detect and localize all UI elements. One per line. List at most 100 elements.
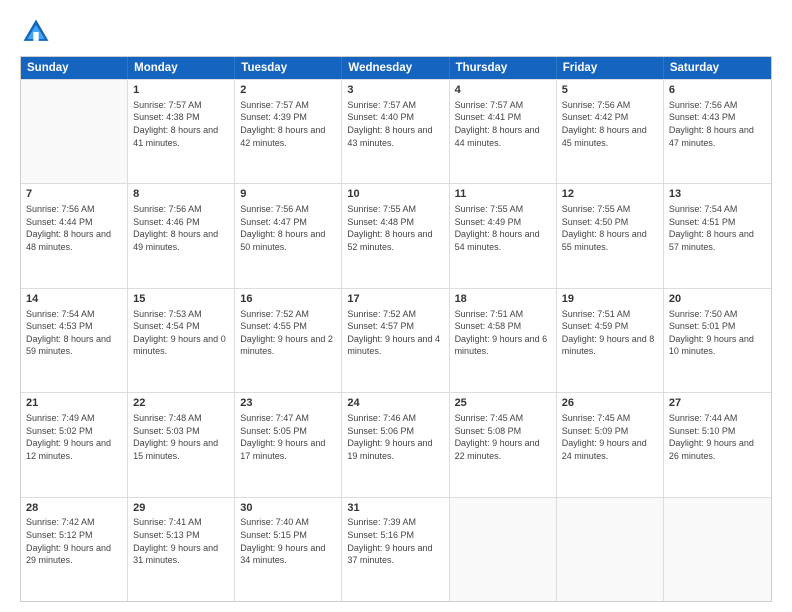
cell-details: Sunrise: 7:57 AM Sunset: 4:41 PM Dayligh… xyxy=(455,99,551,149)
cell-details: Sunrise: 7:49 AM Sunset: 5:02 PM Dayligh… xyxy=(26,412,122,462)
weekday-header-friday: Friday xyxy=(557,57,664,79)
day-number: 27 xyxy=(669,396,766,411)
day-number: 26 xyxy=(562,396,658,411)
calendar-row-0: 1Sunrise: 7:57 AM Sunset: 4:38 PM Daylig… xyxy=(21,79,771,183)
cell-details: Sunrise: 7:46 AM Sunset: 5:06 PM Dayligh… xyxy=(347,412,443,462)
cell-details: Sunrise: 7:55 AM Sunset: 4:50 PM Dayligh… xyxy=(562,203,658,253)
page: SundayMondayTuesdayWednesdayThursdayFrid… xyxy=(0,0,792,612)
weekday-header-sunday: Sunday xyxy=(21,57,128,79)
calendar-cell: 15Sunrise: 7:53 AM Sunset: 4:54 PM Dayli… xyxy=(128,289,235,392)
day-number: 21 xyxy=(26,396,122,411)
weekday-header-tuesday: Tuesday xyxy=(235,57,342,79)
cell-details: Sunrise: 7:41 AM Sunset: 5:13 PM Dayligh… xyxy=(133,516,229,566)
day-number: 31 xyxy=(347,501,443,516)
cell-details: Sunrise: 7:56 AM Sunset: 4:44 PM Dayligh… xyxy=(26,203,122,253)
day-number: 20 xyxy=(669,292,766,307)
calendar-cell: 28Sunrise: 7:42 AM Sunset: 5:12 PM Dayli… xyxy=(21,498,128,601)
cell-details: Sunrise: 7:39 AM Sunset: 5:16 PM Dayligh… xyxy=(347,516,443,566)
calendar-cell: 2Sunrise: 7:57 AM Sunset: 4:39 PM Daylig… xyxy=(235,80,342,183)
calendar-cell: 4Sunrise: 7:57 AM Sunset: 4:41 PM Daylig… xyxy=(450,80,557,183)
calendar-cell: 19Sunrise: 7:51 AM Sunset: 4:59 PM Dayli… xyxy=(557,289,664,392)
cell-details: Sunrise: 7:54 AM Sunset: 4:53 PM Dayligh… xyxy=(26,308,122,358)
calendar-row-2: 14Sunrise: 7:54 AM Sunset: 4:53 PM Dayli… xyxy=(21,288,771,392)
cell-details: Sunrise: 7:45 AM Sunset: 5:09 PM Dayligh… xyxy=(562,412,658,462)
day-number: 14 xyxy=(26,292,122,307)
calendar-cell xyxy=(664,498,771,601)
calendar-row-3: 21Sunrise: 7:49 AM Sunset: 5:02 PM Dayli… xyxy=(21,392,771,496)
calendar-cell: 30Sunrise: 7:40 AM Sunset: 5:15 PM Dayli… xyxy=(235,498,342,601)
day-number: 12 xyxy=(562,187,658,202)
day-number: 18 xyxy=(455,292,551,307)
calendar-cell: 7Sunrise: 7:56 AM Sunset: 4:44 PM Daylig… xyxy=(21,184,128,287)
logo-icon xyxy=(20,16,52,48)
day-number: 4 xyxy=(455,83,551,98)
weekday-header-wednesday: Wednesday xyxy=(342,57,449,79)
calendar-cell: 22Sunrise: 7:48 AM Sunset: 5:03 PM Dayli… xyxy=(128,393,235,496)
cell-details: Sunrise: 7:56 AM Sunset: 4:46 PM Dayligh… xyxy=(133,203,229,253)
cell-details: Sunrise: 7:52 AM Sunset: 4:55 PM Dayligh… xyxy=(240,308,336,358)
cell-details: Sunrise: 7:47 AM Sunset: 5:05 PM Dayligh… xyxy=(240,412,336,462)
day-number: 17 xyxy=(347,292,443,307)
day-number: 28 xyxy=(26,501,122,516)
logo xyxy=(20,16,56,48)
cell-details: Sunrise: 7:57 AM Sunset: 4:38 PM Dayligh… xyxy=(133,99,229,149)
day-number: 1 xyxy=(133,83,229,98)
calendar-cell: 14Sunrise: 7:54 AM Sunset: 4:53 PM Dayli… xyxy=(21,289,128,392)
calendar-cell: 17Sunrise: 7:52 AM Sunset: 4:57 PM Dayli… xyxy=(342,289,449,392)
calendar-cell: 1Sunrise: 7:57 AM Sunset: 4:38 PM Daylig… xyxy=(128,80,235,183)
cell-details: Sunrise: 7:57 AM Sunset: 4:40 PM Dayligh… xyxy=(347,99,443,149)
calendar-cell: 20Sunrise: 7:50 AM Sunset: 5:01 PM Dayli… xyxy=(664,289,771,392)
calendar-cell: 5Sunrise: 7:56 AM Sunset: 4:42 PM Daylig… xyxy=(557,80,664,183)
day-number: 15 xyxy=(133,292,229,307)
calendar-cell: 10Sunrise: 7:55 AM Sunset: 4:48 PM Dayli… xyxy=(342,184,449,287)
weekday-header-monday: Monday xyxy=(128,57,235,79)
calendar: SundayMondayTuesdayWednesdayThursdayFrid… xyxy=(20,56,772,602)
cell-details: Sunrise: 7:44 AM Sunset: 5:10 PM Dayligh… xyxy=(669,412,766,462)
calendar-cell: 27Sunrise: 7:44 AM Sunset: 5:10 PM Dayli… xyxy=(664,393,771,496)
day-number: 13 xyxy=(669,187,766,202)
cell-details: Sunrise: 7:56 AM Sunset: 4:47 PM Dayligh… xyxy=(240,203,336,253)
calendar-cell xyxy=(557,498,664,601)
cell-details: Sunrise: 7:45 AM Sunset: 5:08 PM Dayligh… xyxy=(455,412,551,462)
day-number: 23 xyxy=(240,396,336,411)
day-number: 29 xyxy=(133,501,229,516)
cell-details: Sunrise: 7:51 AM Sunset: 4:59 PM Dayligh… xyxy=(562,308,658,358)
cell-details: Sunrise: 7:56 AM Sunset: 4:43 PM Dayligh… xyxy=(669,99,766,149)
calendar-cell: 29Sunrise: 7:41 AM Sunset: 5:13 PM Dayli… xyxy=(128,498,235,601)
day-number: 6 xyxy=(669,83,766,98)
day-number: 8 xyxy=(133,187,229,202)
day-number: 19 xyxy=(562,292,658,307)
header xyxy=(20,16,772,48)
cell-details: Sunrise: 7:56 AM Sunset: 4:42 PM Dayligh… xyxy=(562,99,658,149)
cell-details: Sunrise: 7:54 AM Sunset: 4:51 PM Dayligh… xyxy=(669,203,766,253)
day-number: 24 xyxy=(347,396,443,411)
calendar-cell: 26Sunrise: 7:45 AM Sunset: 5:09 PM Dayli… xyxy=(557,393,664,496)
day-number: 2 xyxy=(240,83,336,98)
cell-details: Sunrise: 7:42 AM Sunset: 5:12 PM Dayligh… xyxy=(26,516,122,566)
day-number: 7 xyxy=(26,187,122,202)
cell-details: Sunrise: 7:52 AM Sunset: 4:57 PM Dayligh… xyxy=(347,308,443,358)
day-number: 30 xyxy=(240,501,336,516)
calendar-cell: 21Sunrise: 7:49 AM Sunset: 5:02 PM Dayli… xyxy=(21,393,128,496)
cell-details: Sunrise: 7:50 AM Sunset: 5:01 PM Dayligh… xyxy=(669,308,766,358)
calendar-cell xyxy=(21,80,128,183)
cell-details: Sunrise: 7:53 AM Sunset: 4:54 PM Dayligh… xyxy=(133,308,229,358)
calendar-cell: 12Sunrise: 7:55 AM Sunset: 4:50 PM Dayli… xyxy=(557,184,664,287)
calendar-row-1: 7Sunrise: 7:56 AM Sunset: 4:44 PM Daylig… xyxy=(21,183,771,287)
calendar-cell: 3Sunrise: 7:57 AM Sunset: 4:40 PM Daylig… xyxy=(342,80,449,183)
calendar-header: SundayMondayTuesdayWednesdayThursdayFrid… xyxy=(21,57,771,79)
calendar-cell: 25Sunrise: 7:45 AM Sunset: 5:08 PM Dayli… xyxy=(450,393,557,496)
cell-details: Sunrise: 7:57 AM Sunset: 4:39 PM Dayligh… xyxy=(240,99,336,149)
calendar-body: 1Sunrise: 7:57 AM Sunset: 4:38 PM Daylig… xyxy=(21,79,771,601)
calendar-cell: 6Sunrise: 7:56 AM Sunset: 4:43 PM Daylig… xyxy=(664,80,771,183)
day-number: 22 xyxy=(133,396,229,411)
weekday-header-thursday: Thursday xyxy=(450,57,557,79)
day-number: 25 xyxy=(455,396,551,411)
calendar-cell: 8Sunrise: 7:56 AM Sunset: 4:46 PM Daylig… xyxy=(128,184,235,287)
day-number: 9 xyxy=(240,187,336,202)
day-number: 16 xyxy=(240,292,336,307)
cell-details: Sunrise: 7:40 AM Sunset: 5:15 PM Dayligh… xyxy=(240,516,336,566)
calendar-cell: 24Sunrise: 7:46 AM Sunset: 5:06 PM Dayli… xyxy=(342,393,449,496)
weekday-header-saturday: Saturday xyxy=(664,57,771,79)
cell-details: Sunrise: 7:55 AM Sunset: 4:48 PM Dayligh… xyxy=(347,203,443,253)
